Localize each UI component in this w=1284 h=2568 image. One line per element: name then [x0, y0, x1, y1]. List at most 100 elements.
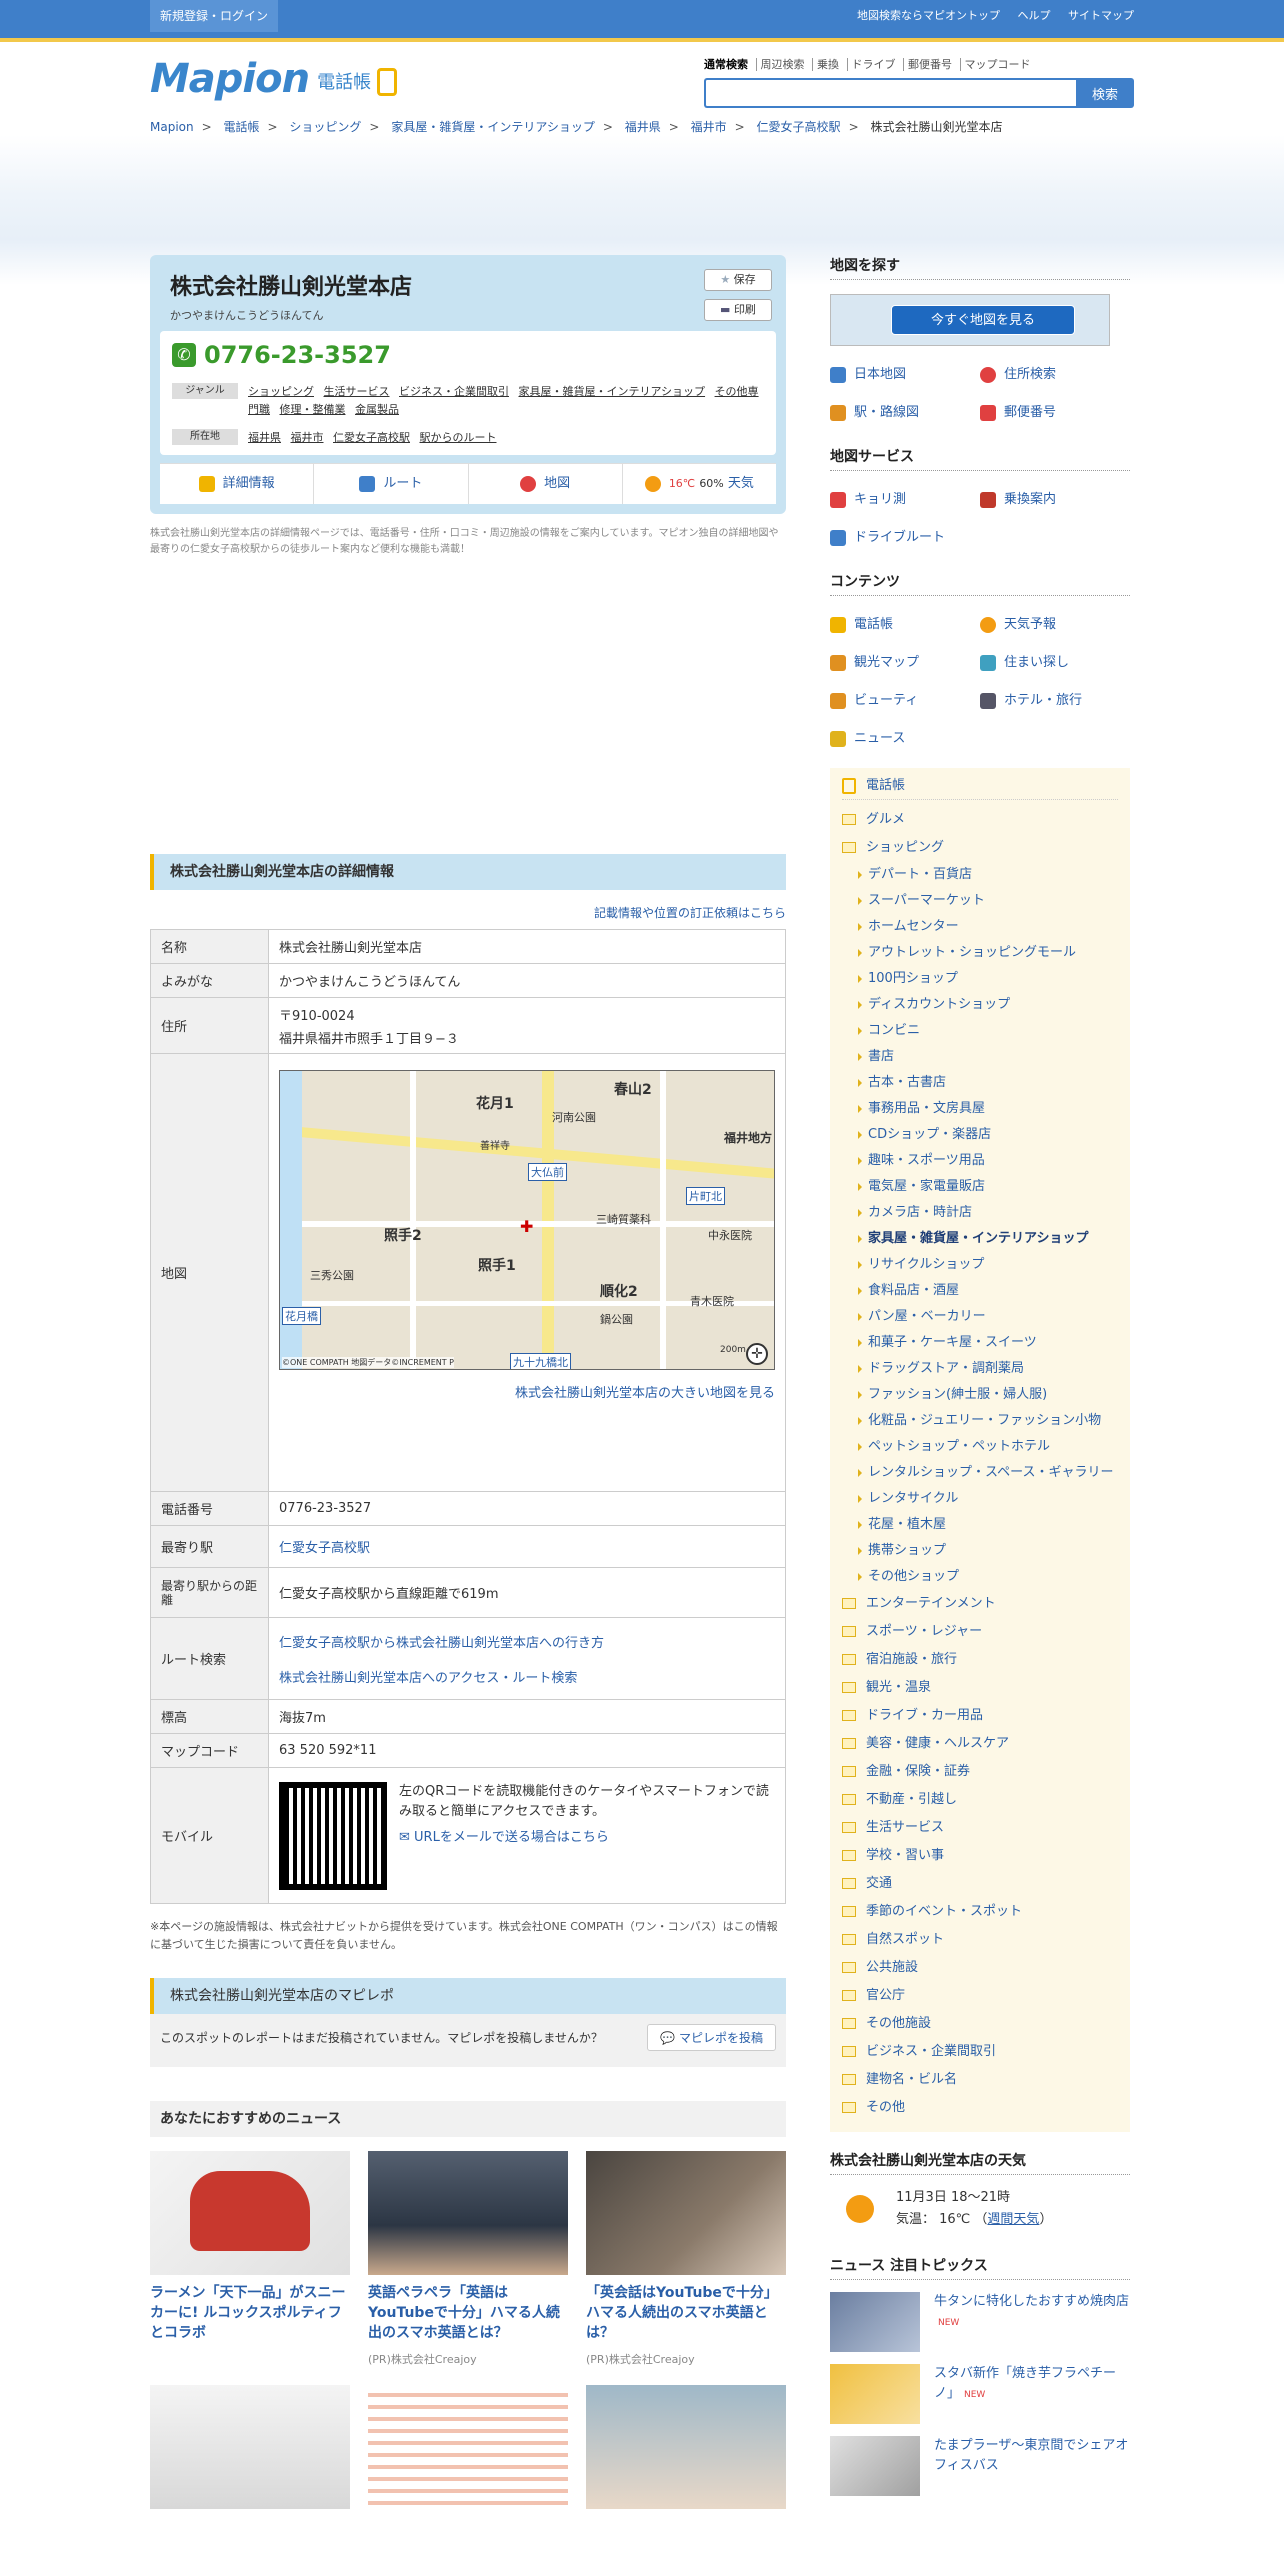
category-item[interactable]: ディスカウントショップ — [842, 992, 1118, 1018]
category-top[interactable]: 電話帳 — [842, 772, 1118, 800]
phone-number[interactable]: ✆ 0776-23-3527 — [172, 341, 764, 369]
category-item[interactable]: 100円ショップ — [842, 966, 1118, 992]
station-link[interactable]: 仁愛女子高校駅 — [279, 1541, 370, 1556]
link-address-search[interactable]: 住所検索 — [980, 356, 1130, 394]
category-item[interactable]: レンタルショップ・スペース・ギャラリー — [842, 1460, 1118, 1486]
category-item[interactable]: リサイクルショップ — [842, 1252, 1118, 1278]
genre-link[interactable]: ビジネス・企業間取引 — [399, 385, 509, 398]
category-item[interactable]: 携帯ショップ — [842, 1538, 1118, 1564]
category-item[interactable]: 自然スポット — [842, 1926, 1118, 1954]
category-item[interactable]: ペットショップ・ペットホテル — [842, 1434, 1118, 1460]
tab-transfer[interactable]: 乗換 — [812, 58, 843, 71]
weekly-weather-link[interactable]: 週間天気 — [987, 2212, 1039, 2227]
category-item[interactable]: ビジネス・企業間取引 — [842, 2038, 1118, 2066]
category-item[interactable]: ドラッグストア・調剤薬局 — [842, 1356, 1118, 1382]
category-item[interactable]: 趣味・スポーツ用品 — [842, 1148, 1118, 1174]
location-link[interactable]: 福井市 — [291, 431, 324, 444]
nav-route[interactable]: ルート — [314, 464, 469, 504]
link-weather[interactable]: 天気予報 — [980, 606, 1130, 644]
category-item[interactable]: その他施設 — [842, 2010, 1118, 2038]
location-link[interactable]: 駅からのルート — [420, 431, 497, 444]
genre-link[interactable]: 修理・整備業 — [280, 403, 346, 416]
category-item[interactable]: 官公庁 — [842, 1982, 1118, 2010]
link-news[interactable]: ニュース — [830, 720, 980, 758]
route-search-link[interactable]: 株式会社勝山剣光堂本店へのアクセス・ルート検索 — [279, 1671, 577, 1686]
category-item[interactable]: 和菓子・ケーキ屋・スイーツ — [842, 1330, 1118, 1356]
link-postal[interactable]: 郵便番号 — [980, 394, 1130, 432]
link-station[interactable]: 駅・路線図 — [830, 394, 980, 432]
link-sightseeing[interactable]: 観光マップ — [830, 644, 980, 682]
nav-map[interactable]: 地図 — [469, 464, 623, 504]
nav-detail[interactable]: 詳細情報 — [160, 464, 315, 504]
category-item[interactable]: その他ショップ — [842, 1564, 1118, 1590]
news-item[interactable]: 「英会話はYouTubeで十分」ハマる人続出のスマホ英語とは？ (PR)株式会社… — [586, 2151, 786, 2367]
category-item[interactable]: 金融・保険・証券 — [842, 1758, 1118, 1786]
fix-request-link[interactable]: 記載情報や位置の訂正依頼はこちら — [594, 906, 786, 920]
category-item[interactable]: 書店 — [842, 1044, 1118, 1070]
link-transfer[interactable]: 乗換案内 — [980, 481, 1130, 519]
top-link-sitemap[interactable]: サイトマップ — [1068, 9, 1134, 22]
link-hotel[interactable]: ホテル・旅行 — [980, 682, 1130, 720]
news-item[interactable] — [586, 2385, 786, 2509]
save-button[interactable]: ★ 保存 — [704, 269, 772, 291]
news-item[interactable] — [368, 2385, 568, 2509]
breadcrumb-item[interactable]: 仁愛女子高校駅 — [757, 120, 841, 134]
category-item[interactable]: ドライブ・カー用品 — [842, 1702, 1118, 1730]
news-item[interactable]: ラーメン「天下一品」がスニーカーに! ルコックスポルティフとコラボ — [150, 2151, 350, 2367]
mapirepo-post-button[interactable]: 💬 マピレポを投稿 — [647, 2024, 776, 2051]
breadcrumb-item[interactable]: 福井市 — [691, 120, 727, 134]
category-item[interactable]: アウトレット・ショッピングモール — [842, 940, 1118, 966]
category-item[interactable]: 観光・温泉 — [842, 1674, 1118, 1702]
category-item[interactable]: CDショップ・楽器店 — [842, 1122, 1118, 1148]
category-item[interactable]: ファッション(紳士服・婦人服) — [842, 1382, 1118, 1408]
tab-drive[interactable]: ドライブ — [846, 58, 900, 71]
category-item[interactable]: ホームセンター — [842, 914, 1118, 940]
category-item[interactable]: 交通 — [842, 1870, 1118, 1898]
category-item[interactable]: 化粧品・ジュエリー・ファッション小物 — [842, 1408, 1118, 1434]
category-item[interactable]: 宿泊施設・旅行 — [842, 1646, 1118, 1674]
genre-link[interactable]: 生活サービス — [324, 385, 390, 398]
category-item[interactable]: 公共施設 — [842, 1954, 1118, 1982]
genre-link[interactable]: ショッピング — [248, 385, 314, 398]
mail-url-link[interactable]: URLをメールで送る場合はこちら — [414, 1830, 609, 1845]
category-item[interactable]: 学校・習い事 — [842, 1842, 1118, 1870]
category-item[interactable]: 食料品店・酒屋 — [842, 1278, 1118, 1304]
embedded-map[interactable]: 春山2 花月1 河南公園 福井地方 大仏前 片町北 照手2 照手1 三秀公園 三… — [279, 1070, 775, 1370]
login-link[interactable]: 新規登録・ログイン — [150, 0, 279, 32]
category-item[interactable]: エンターテインメント — [842, 1590, 1118, 1618]
map-banner[interactable]: 今すぐ地図を見る — [830, 294, 1110, 346]
top-link-help[interactable]: ヘルプ — [1018, 9, 1051, 22]
tab-mapcode[interactable]: マップコード — [959, 58, 1035, 71]
category-item[interactable]: グルメ — [842, 806, 1118, 834]
topic-item[interactable]: たまプラーザ〜東京間でシェアオフィスバス — [830, 2436, 1130, 2496]
link-housing[interactable]: 住まい探し — [980, 644, 1130, 682]
search-input[interactable] — [704, 78, 1076, 108]
genre-link[interactable]: 家具屋・雑貨屋・インテリアショップ — [519, 385, 706, 398]
link-beauty[interactable]: ビューティ — [830, 682, 980, 720]
search-button[interactable]: 検索 — [1076, 78, 1134, 108]
category-item[interactable]: スポーツ・レジャー — [842, 1618, 1118, 1646]
category-item[interactable]: ショッピング — [842, 834, 1118, 862]
mapion-logo[interactable]: Mapion 電話帳 — [150, 56, 398, 102]
view-map-button[interactable]: 今すぐ地図を見る — [891, 305, 1075, 335]
tab-postal[interactable]: 郵便番号 — [903, 58, 956, 71]
category-item[interactable]: カメラ店・時計店 — [842, 1200, 1118, 1226]
category-item[interactable]: 電気屋・家電量販店 — [842, 1174, 1118, 1200]
breadcrumb-item[interactable]: 福井県 — [625, 120, 661, 134]
breadcrumb-item[interactable]: ショッピング — [289, 120, 361, 134]
topic-item[interactable]: スタバ新作「焼き芋フラペチーノ」 NEW — [830, 2364, 1130, 2424]
category-item[interactable]: レンタサイクル — [842, 1486, 1118, 1512]
link-phonebook[interactable]: 電話帳 — [830, 606, 980, 644]
category-item[interactable]: 生活サービス — [842, 1814, 1118, 1842]
link-drive-route[interactable]: ドライブルート — [830, 519, 980, 557]
category-item[interactable]: 家具屋・雑貨屋・インテリアショップ — [842, 1226, 1118, 1252]
large-map-link[interactable]: 株式会社勝山剣光堂本店の大きい地図を見る — [515, 1386, 775, 1401]
nav-weather[interactable]: 16℃ 60% 天気 — [623, 464, 776, 504]
category-item[interactable]: コンビニ — [842, 1018, 1118, 1044]
tab-normal-search[interactable]: 通常検索 — [704, 58, 752, 71]
breadcrumb-item[interactable]: 電話帳 — [224, 120, 260, 134]
category-item[interactable]: その他 — [842, 2094, 1118, 2122]
category-item[interactable]: 事務用品・文房具屋 — [842, 1096, 1118, 1122]
category-item[interactable]: 不動産・引越し — [842, 1786, 1118, 1814]
category-item[interactable]: 花屋・植木屋 — [842, 1512, 1118, 1538]
